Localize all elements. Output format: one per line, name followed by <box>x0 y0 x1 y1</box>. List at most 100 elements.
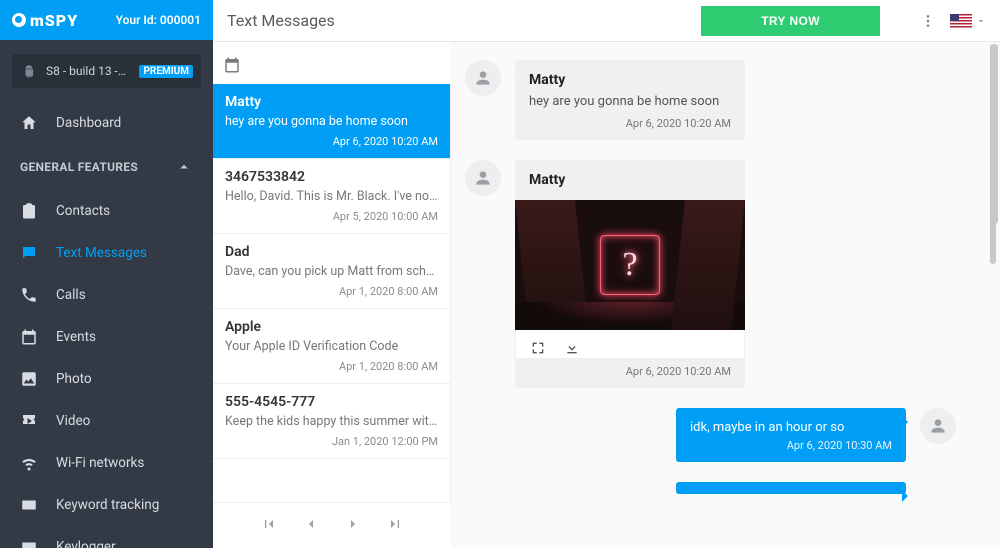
sidebar: mSPY Your Id: 000001 S8 - build 13 -… PR… <box>0 0 213 548</box>
user-id-label: Your Id: 000001 <box>116 13 201 27</box>
conversation-item[interactable]: 3467533842 Hello, David. This is Mr. Bla… <box>213 159 450 234</box>
keyboard-icon <box>20 538 38 548</box>
sidebar-item-label: Video <box>56 413 90 429</box>
message-sender: Matty <box>515 160 745 194</box>
conversation-pager <box>213 502 451 548</box>
conversation-time: Jan 1, 2020 12:00 PM <box>225 435 438 448</box>
message-bubble <box>676 482 906 494</box>
message-time: Apr 6, 2020 10:20 AM <box>529 117 731 130</box>
conversation-preview: Your Apple ID Verification Code <box>225 339 438 354</box>
sidebar-item-label: Events <box>56 329 96 345</box>
message-text: idk, maybe in an hour or so <box>690 420 892 435</box>
calendar-icon <box>223 56 241 74</box>
chevron-down-icon <box>976 16 986 26</box>
conversation-preview: Keep the kids happy this summer with … <box>225 414 438 429</box>
home-icon <box>20 114 38 132</box>
device-selector[interactable]: S8 - build 13 -… PREMIUM <box>12 54 201 88</box>
chat-panel: Matty hey are you gonna be home soon Apr… <box>451 42 1000 548</box>
message-bubble: idk, maybe in an hour or so Apr 6, 2020 … <box>676 408 906 462</box>
sidebar-item-events[interactable]: Events <box>0 316 213 358</box>
conversation-item[interactable]: Matty hey are you gonna be home soon Apr… <box>213 84 450 159</box>
top-brand-bar: mSPY Your Id: 000001 <box>0 0 213 40</box>
sidebar-item-label: Photo <box>56 371 92 387</box>
sidebar-item-contacts[interactable]: Contacts <box>0 190 213 232</box>
video-icon <box>20 412 38 430</box>
conversation-preview: hey are you gonna be home soon <box>225 114 438 129</box>
message-row-incoming: Matty ? Apr 6, 2020 10:20 AM <box>465 160 956 388</box>
calendar-event-icon <box>20 328 38 346</box>
conversation-list-panel: Matty hey are you gonna be home soon Apr… <box>213 42 451 548</box>
android-icon <box>22 64 36 78</box>
avatar <box>920 408 956 444</box>
language-selector[interactable] <box>950 14 986 28</box>
try-now-button[interactable]: TRY NOW <box>701 6 880 36</box>
message-row-incoming: Matty hey are you gonna be home soon Apr… <box>465 60 956 140</box>
message-icon <box>20 244 38 262</box>
image-icon <box>20 370 38 388</box>
date-filter[interactable] <box>213 42 451 84</box>
conversation-item[interactable]: Apple Your Apple ID Verification Code Ap… <box>213 309 450 384</box>
conversation-time: Apr 5, 2020 10:00 AM <box>225 210 438 223</box>
device-name: S8 - build 13 -… <box>46 64 126 78</box>
conversation-name: Dad <box>225 244 438 260</box>
sidebar-item-label: Calls <box>56 287 86 303</box>
sidebar-item-wifi[interactable]: Wi-Fi networks <box>0 442 213 484</box>
section-title: GENERAL FEATURES <box>20 160 138 174</box>
conversation-name: 555-4545-777 <box>225 394 438 410</box>
person-icon <box>473 68 493 88</box>
page-scrollbar[interactable] <box>992 44 998 546</box>
person-icon <box>928 416 948 436</box>
page-title: Text Messages <box>227 11 335 30</box>
message-bubble: Matty hey are you gonna be home soon Apr… <box>515 60 745 140</box>
pager-prev[interactable] <box>303 516 319 536</box>
message-row-outgoing: idk, maybe in an hour or so Apr 6, 2020 … <box>465 408 956 462</box>
sidebar-item-text-messages[interactable]: Text Messages <box>0 232 213 274</box>
sidebar-item-keylogger[interactable]: Keylogger <box>0 526 213 548</box>
chevron-up-icon <box>175 158 193 176</box>
more-icon[interactable] <box>920 13 936 29</box>
conversation-time: Apr 1, 2020 8:00 AM <box>225 285 438 298</box>
phone-icon <box>20 286 38 304</box>
message-image[interactable]: ? <box>515 200 745 330</box>
sidebar-item-label: Contacts <box>56 203 110 219</box>
conversation-time: Apr 6, 2020 10:20 AM <box>225 135 438 148</box>
conversation-list: Matty hey are you gonna be home soon Apr… <box>213 84 451 502</box>
download-icon[interactable] <box>564 340 580 356</box>
message-row-outgoing <box>465 482 956 494</box>
message-text: hey are you gonna be home soon <box>529 94 731 109</box>
pager-first[interactable] <box>261 516 277 536</box>
sidebar-section-general[interactable]: GENERAL FEATURES <box>0 144 213 190</box>
conversation-time: Apr 1, 2020 8:00 AM <box>225 360 438 373</box>
sidebar-item-dashboard[interactable]: Dashboard <box>0 102 213 144</box>
message-time: Apr 6, 2020 10:30 AM <box>690 439 892 452</box>
person-icon <box>473 168 493 188</box>
conversation-preview: Dave, can you pick up Matt from schoo… <box>225 264 438 279</box>
pager-next[interactable] <box>345 516 361 536</box>
sidebar-item-label: Keylogger <box>56 539 116 548</box>
avatar <box>465 160 501 196</box>
sidebar-item-video[interactable]: Video <box>0 400 213 442</box>
sidebar-item-label: Keyword tracking <box>56 497 159 513</box>
avatar <box>465 60 501 96</box>
sidebar-item-label: Text Messages <box>56 245 147 261</box>
conversation-item[interactable]: Dad Dave, can you pick up Matt from scho… <box>213 234 450 309</box>
sidebar-item-photo[interactable]: Photo <box>0 358 213 400</box>
message-bubble-media: Matty ? Apr 6, 2020 10:20 AM <box>515 160 745 388</box>
conversation-item[interactable]: 555-4545-777 Keep the kids happy this su… <box>213 384 450 459</box>
message-sender: Matty <box>529 72 731 88</box>
expand-icon[interactable] <box>530 340 546 356</box>
main-area: Text Messages TRY NOW Matty hey a <box>213 0 1000 548</box>
sidebar-item-label: Wi-Fi networks <box>56 455 144 471</box>
conversation-name: 3467533842 <box>225 169 438 185</box>
wifi-icon <box>20 454 38 472</box>
sidebar-item-calls[interactable]: Calls <box>0 274 213 316</box>
clipboard-icon <box>20 202 38 220</box>
conversation-name: Apple <box>225 319 438 335</box>
main-header: Text Messages TRY NOW <box>213 0 1000 42</box>
pager-last[interactable] <box>387 516 403 536</box>
message-time: Apr 6, 2020 10:20 AM <box>515 359 745 378</box>
sidebar-item-label: Dashboard <box>56 115 121 131</box>
brand-logo: mSPY <box>12 11 78 30</box>
sidebar-item-keyword-tracking[interactable]: Keyword tracking <box>0 484 213 526</box>
conversation-name: Matty <box>225 94 438 110</box>
